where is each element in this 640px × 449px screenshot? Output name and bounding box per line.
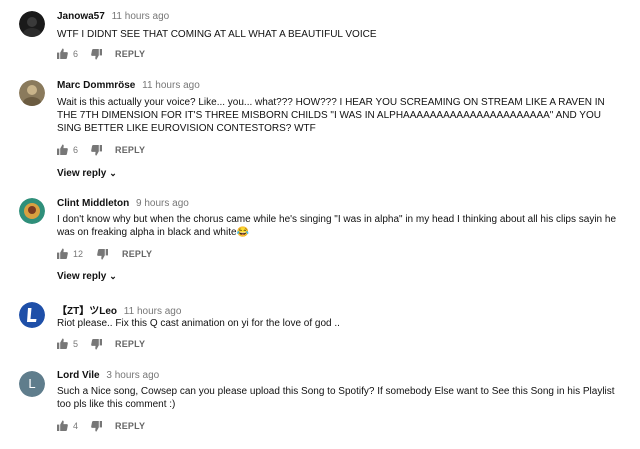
reply-button[interactable]: REPLY [115, 339, 145, 349]
thumbs-down-icon[interactable] [97, 249, 108, 260]
comment-text: Wait is this actually your voice? Like..… [57, 97, 605, 134]
timestamp[interactable]: 11 hours ago [112, 11, 170, 22]
author-name[interactable]: Marc Dommröse [57, 80, 135, 91]
like-count: 12 [73, 249, 84, 259]
avatar[interactable] [19, 80, 45, 106]
reply-button[interactable]: REPLY [122, 249, 152, 259]
reply-button[interactable]: REPLY [115, 49, 145, 59]
thumbs-up-icon[interactable] [57, 420, 68, 431]
author-name[interactable]: Lord Vile [57, 370, 100, 381]
thumbs-up-icon[interactable] [57, 248, 68, 259]
comment-header: Janowa57 11 hours ago [57, 11, 169, 22]
avatar[interactable] [19, 11, 45, 37]
avatar-letter: L [28, 376, 36, 391]
comment-text: WTF I DIDNT SEE THAT COMING AT ALL WHAT … [57, 29, 377, 40]
like-count: 6 [73, 145, 79, 155]
reply-button[interactable]: REPLY [115, 145, 145, 155]
avatar[interactable]: L [19, 371, 45, 397]
avatar[interactable] [19, 302, 45, 328]
thumbs-down-icon[interactable] [91, 49, 102, 60]
like-count: 4 [73, 421, 79, 431]
author-name[interactable]: Janowa57 [57, 11, 105, 22]
thumbs-down-icon[interactable] [91, 339, 102, 350]
thumbs-up-icon[interactable] [57, 48, 68, 59]
avatar[interactable] [19, 198, 45, 224]
thumbs-down-icon[interactable] [91, 145, 102, 156]
comment-text: Such a Nice song, Cowsep can you please … [57, 386, 615, 410]
timestamp[interactable]: 11 hours ago [142, 80, 200, 91]
comment-header: Clint Middleton 9 hours ago [57, 198, 189, 209]
author-name[interactable]: Clint Middleton [57, 198, 129, 209]
view-replies-label: View reply [57, 271, 107, 282]
timestamp[interactable]: 9 hours ago [136, 198, 189, 209]
comment-header: 【ZT】ツLeo 11 hours ago [57, 302, 181, 317]
comment-text: I don't know why but when the chorus cam… [57, 214, 617, 238]
view-replies-button[interactable]: View reply ⌄ [57, 271, 117, 282]
chevron-down-icon: ⌄ [109, 271, 117, 281]
timestamp[interactable]: 11 hours ago [124, 306, 182, 317]
comment-text: Riot please.. Fix this Q cast animation … [57, 318, 340, 329]
like-count: 6 [73, 49, 79, 59]
thumbs-up-icon[interactable] [57, 338, 68, 349]
timestamp[interactable]: 3 hours ago [106, 370, 159, 381]
like-count: 5 [73, 339, 79, 349]
reply-button[interactable]: REPLY [115, 421, 145, 431]
view-replies-label: View reply [57, 168, 107, 179]
comment-header: Marc Dommröse 11 hours ago [57, 80, 200, 91]
thumbs-down-icon[interactable] [91, 421, 102, 432]
view-replies-button[interactable]: View reply ⌄ [57, 168, 117, 179]
author-name[interactable]: 【ZT】ツLeo [57, 306, 117, 317]
comment-header: Lord Vile 3 hours ago [57, 370, 159, 381]
thumbs-up-icon[interactable] [57, 144, 68, 155]
chevron-down-icon: ⌄ [109, 168, 117, 178]
